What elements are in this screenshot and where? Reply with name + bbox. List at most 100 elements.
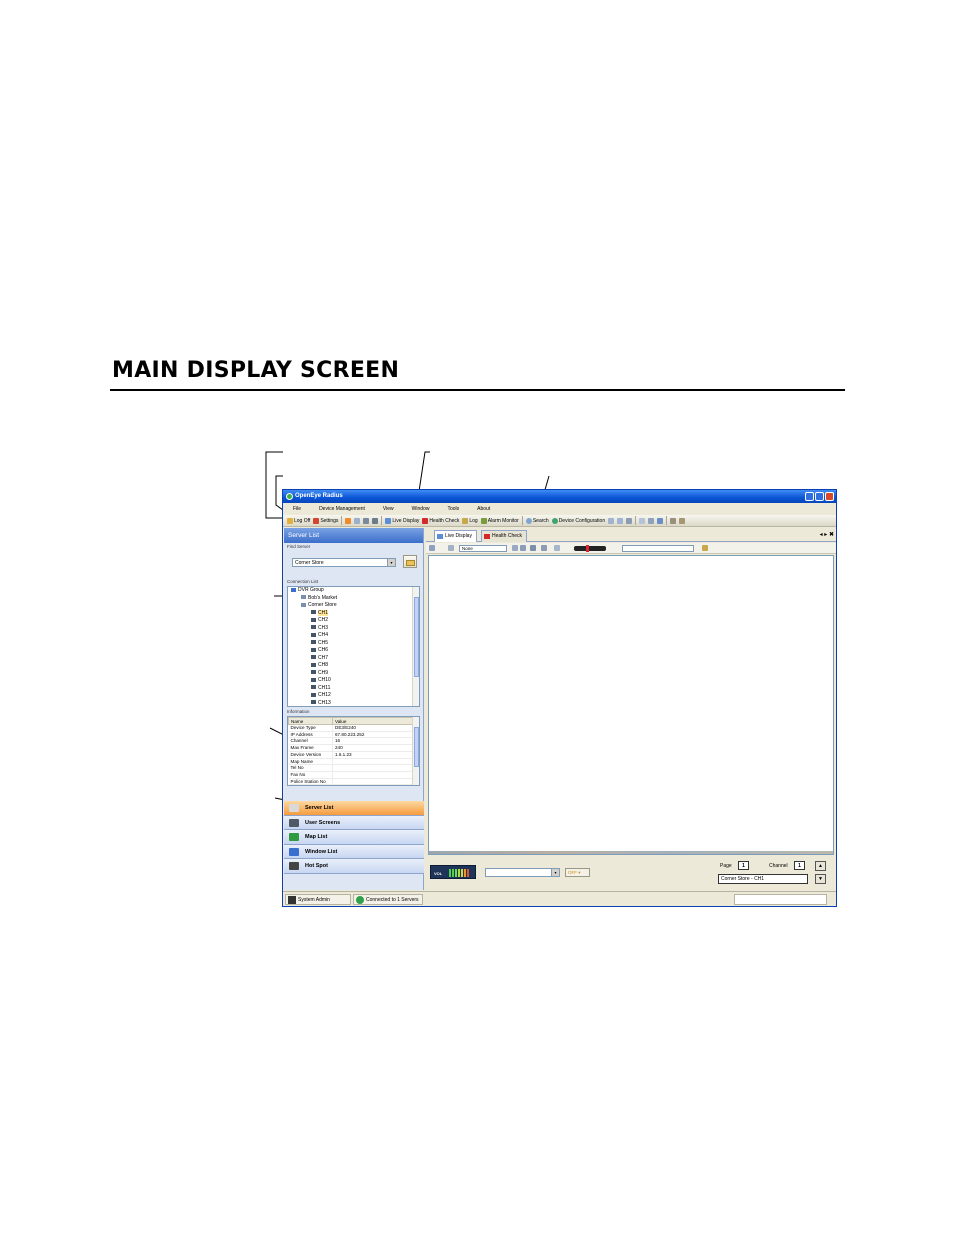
tree-item[interactable]: CH6: [288, 647, 419, 655]
video-display-area[interactable]: [428, 555, 834, 855]
refresh-icon[interactable]: [617, 517, 624, 524]
info-value-cell: 16: [332, 737, 414, 746]
info-icon[interactable]: [657, 517, 664, 524]
tree-item[interactable]: CH2: [288, 617, 419, 625]
nav-server-list-button[interactable]: Server List: [284, 801, 424, 816]
nav-label: Window List: [305, 848, 338, 855]
settings-dropdown-icon[interactable]: [702, 545, 708, 551]
menu-tools[interactable]: Tools: [447, 504, 459, 514]
zoom-slider[interactable]: [574, 545, 606, 552]
menu-about[interactable]: About: [477, 504, 490, 514]
print-icon[interactable]: [648, 517, 655, 524]
tools-dropdown-icon[interactable]: [679, 517, 686, 524]
wrench-icon[interactable]: [670, 517, 677, 524]
info-value-cell: 67.80.223.252: [332, 731, 414, 739]
tree-item-label: CH13: [318, 699, 331, 706]
record-icon[interactable]: [530, 545, 536, 551]
maximize-button[interactable]: [815, 492, 824, 501]
fullscreen-icon[interactable]: [541, 545, 547, 551]
document-icon[interactable]: [354, 517, 361, 524]
tree-item[interactable]: CH7: [288, 655, 419, 663]
tree-scrollbar[interactable]: [412, 587, 419, 706]
snapshot-icon[interactable]: [520, 545, 526, 551]
layout-select-icon[interactable]: [429, 545, 435, 551]
channel-number-field[interactable]: 1: [794, 861, 805, 870]
log-button[interactable]: Log: [462, 517, 478, 524]
find-server-combo[interactable]: Corner Store ▾: [292, 558, 396, 567]
menu-device-management[interactable]: Device Management: [319, 504, 365, 514]
nav-user-screens-button[interactable]: User Screens: [284, 815, 424, 830]
split-grid-icon[interactable]: [554, 545, 560, 551]
open-folder-button[interactable]: [403, 555, 417, 568]
nav-window-list-button[interactable]: Window List: [284, 844, 424, 859]
channel-dropdown[interactable]: [622, 545, 694, 552]
grid-icon[interactable]: [372, 517, 379, 524]
audio-off-button[interactable]: OFF ▾: [565, 868, 590, 877]
tree-item-label: CH3: [318, 624, 329, 631]
info-value-cell: [332, 764, 414, 772]
info-scrollbar[interactable]: [412, 717, 419, 785]
find-server-label: Find Server: [287, 544, 311, 549]
alarm-monitor-button[interactable]: Alarm Monitor: [480, 517, 519, 524]
menu-view[interactable]: View: [383, 504, 394, 514]
tree-item[interactable]: CH12: [288, 692, 419, 700]
minimize-button[interactable]: [805, 492, 814, 501]
page-number-field[interactable]: 1: [738, 861, 749, 870]
tab-controls[interactable]: ◂ ▸ ✖: [820, 531, 834, 538]
nav-map-list-button[interactable]: Map List: [284, 830, 424, 845]
info-header-value: Value: [332, 717, 414, 725]
chevron-down-icon[interactable]: ▾: [551, 869, 559, 876]
device-configuration-button[interactable]: Device Configuration: [551, 517, 605, 524]
menu-window[interactable]: Window: [412, 504, 430, 514]
camera-icon: [311, 692, 316, 697]
tree-item[interactable]: CH11: [288, 685, 419, 693]
screen-orange-icon[interactable]: [345, 517, 352, 524]
nav-buttons: Server List User Screens Map List Window Li…: [284, 801, 424, 874]
audio-source-combo[interactable]: ▾: [485, 868, 560, 877]
tree-item[interactable]: CH10: [288, 677, 419, 685]
tree-item[interactable]: CH1: [288, 609, 419, 618]
nav-hot-spot-button[interactable]: Hot Spot: [284, 859, 424, 874]
copy-icon[interactable]: [608, 517, 615, 524]
tree-item[interactable]: CH13: [288, 699, 419, 707]
tree-item[interactable]: DVR Group: [288, 587, 419, 595]
information-label: Information: [287, 709, 310, 714]
search-button[interactable]: Search: [525, 517, 549, 524]
settings-button[interactable]: Settings: [313, 517, 338, 524]
tab-live-display[interactable]: Live Display: [434, 530, 477, 542]
tree-item[interactable]: CH4: [288, 632, 419, 640]
tree-item[interactable]: CH5: [288, 640, 419, 648]
sequence-icon[interactable]: [448, 545, 454, 551]
tree-item[interactable]: CH9: [288, 670, 419, 678]
monitor-icon: [385, 517, 392, 524]
tree-item[interactable]: CH8: [288, 662, 419, 670]
tree-item[interactable]: CH3: [288, 625, 419, 633]
chevron-down-icon[interactable]: ▾: [387, 559, 395, 566]
health-check-button[interactable]: Health Check: [422, 517, 459, 524]
camera-icon: [311, 685, 316, 690]
layout-icon[interactable]: [626, 517, 633, 524]
close-button[interactable]: [825, 492, 834, 501]
layout-dropdown[interactable]: None: [459, 545, 507, 552]
window-icon[interactable]: [639, 517, 646, 524]
tree-item[interactable]: Bob's Market: [288, 595, 419, 603]
volume-meter[interactable]: VOL: [430, 865, 476, 879]
live-display-button[interactable]: Live Display: [385, 517, 419, 524]
tree-item-label: CH9: [318, 669, 329, 676]
info-name-cell: Tel No: [288, 764, 333, 772]
camera-icon[interactable]: [512, 545, 518, 551]
zoom-slider-handle[interactable]: [586, 545, 589, 552]
tree-item[interactable]: Corner Store: [288, 602, 419, 610]
gear-icon[interactable]: [363, 517, 370, 524]
tab-health-check[interactable]: Health Check: [481, 530, 528, 542]
nav-label: User Screens: [305, 819, 341, 826]
log-off-button[interactable]: Log Off: [287, 517, 310, 524]
page-down-button[interactable]: ▼: [815, 874, 826, 884]
display-control-bar: None: [426, 543, 836, 554]
page-up-button[interactable]: ▲: [815, 861, 826, 871]
server-icon: [301, 602, 306, 607]
nav-label: Hot Spot: [305, 863, 328, 869]
menu-file[interactable]: File: [293, 504, 301, 514]
camera-name-field[interactable]: Corner Store - CH1: [718, 874, 808, 884]
user-screens-icon: [289, 818, 299, 827]
